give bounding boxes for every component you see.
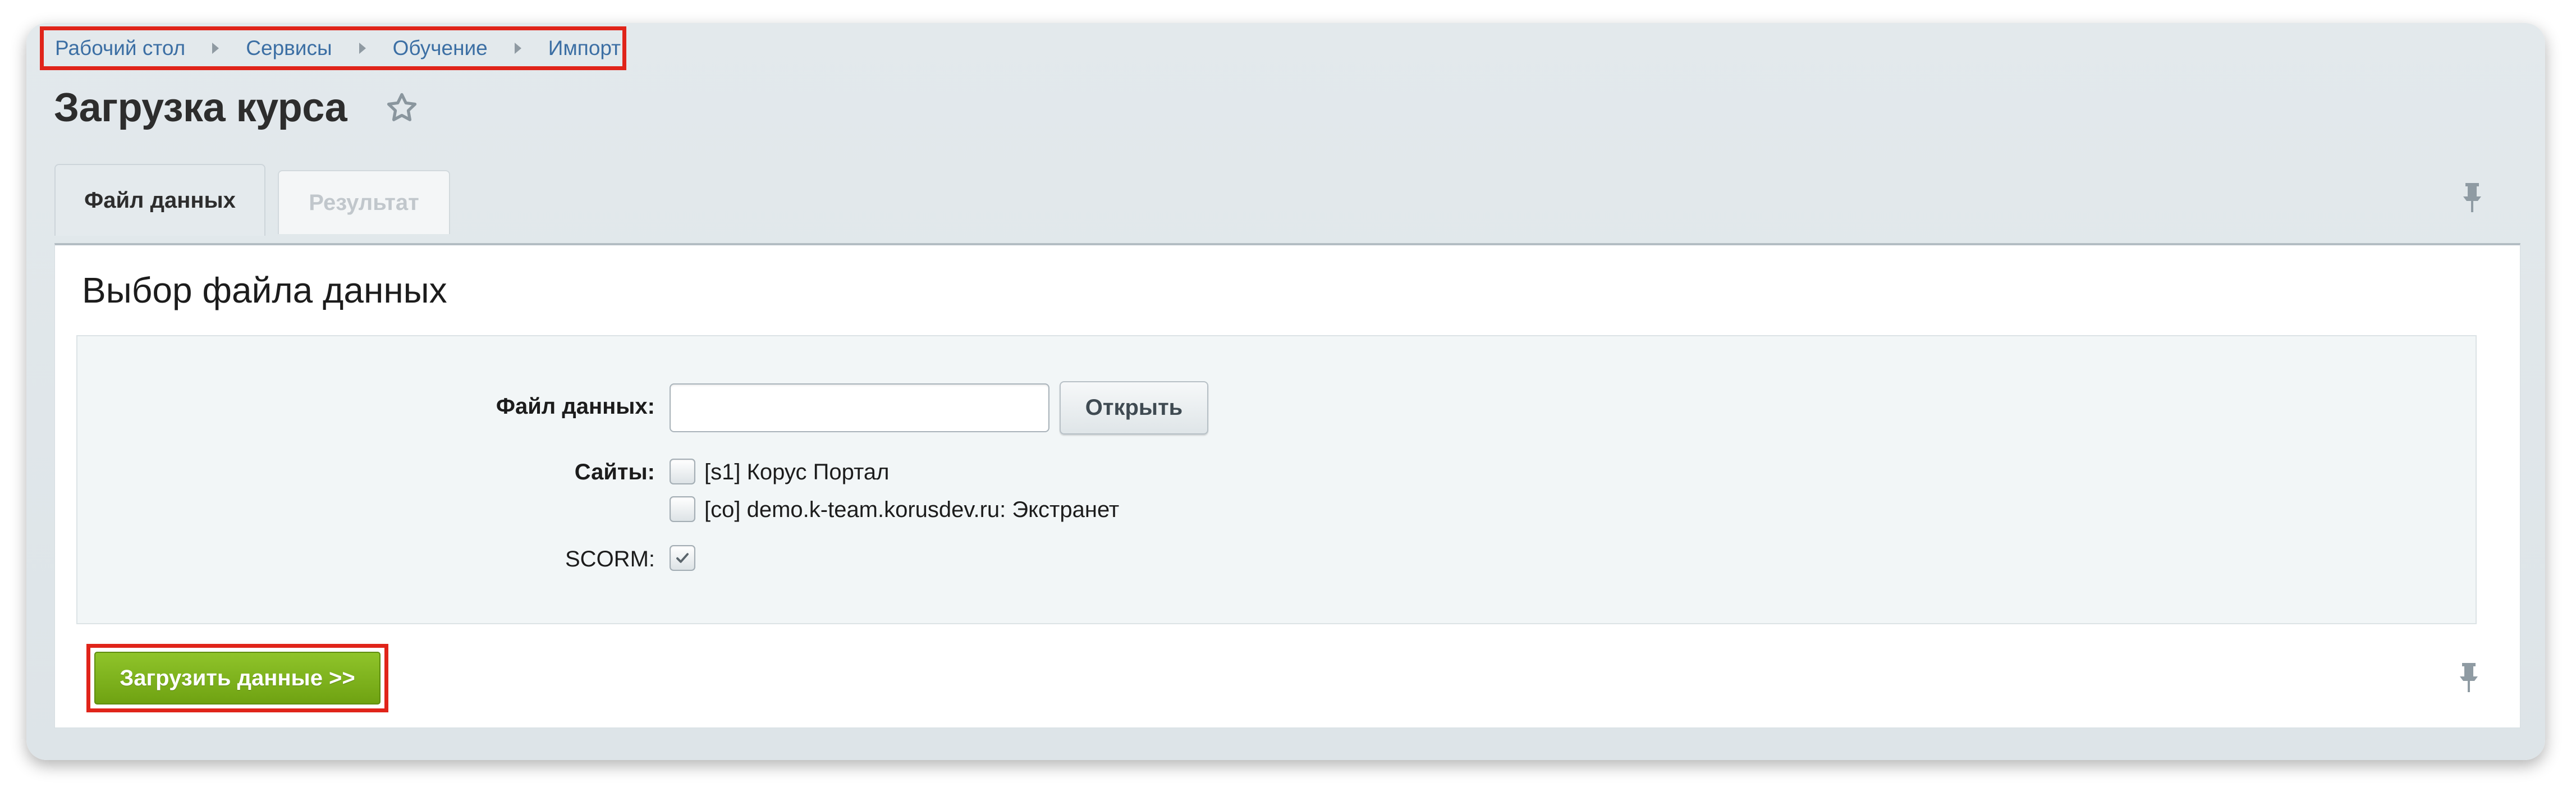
checkmark-icon [676, 553, 689, 563]
triangle-right-icon [359, 43, 366, 54]
triangle-right-icon [514, 43, 521, 54]
site-s1-label: [s1] Корус Портал [704, 460, 890, 484]
open-button[interactable]: Открыть [1060, 381, 1208, 434]
file-label: Файл данных: [496, 394, 655, 419]
tab-result-label: Результат [309, 190, 419, 215]
breadcrumb: Рабочий стол Сервисы Обучение Импорт [40, 26, 626, 70]
site-s1-checkbox[interactable] [670, 459, 695, 484]
section-title: Выбор файла данных [82, 270, 447, 310]
site-co-checkbox[interactable] [670, 496, 695, 522]
star-icon[interactable] [384, 90, 420, 126]
breadcrumb-item-import[interactable]: Импорт [548, 36, 621, 60]
load-data-button[interactable]: Загрузить данные >> [94, 652, 381, 704]
breadcrumb-item-learning[interactable]: Обучение [393, 36, 488, 60]
pin-icon[interactable] [2458, 662, 2480, 693]
breadcrumb-item-desktop[interactable]: Рабочий стол [55, 36, 185, 60]
file-path-input[interactable] [670, 383, 1049, 432]
tab-result[interactable]: Результат [278, 170, 450, 234]
site-co-label: [co] demo.k-team.korusdev.ru: Экстранет [704, 497, 1120, 522]
import-form: Файл данных: Открыть Сайты: [s1] Корус П… [76, 335, 2477, 624]
submit-highlight: Загрузить данные >> [86, 644, 388, 712]
tab-data-file[interactable]: Файл данных [54, 164, 265, 236]
pin-icon[interactable] [2461, 182, 2483, 213]
content-panel: Выбор файла данных Файл данных: Открыть … [54, 243, 2520, 728]
tab-data-file-label: Файл данных [84, 187, 236, 213]
sites-label: Сайты: [574, 460, 655, 484]
scorm-label: SCORM: [565, 547, 655, 571]
page-title: Загрузка курса [54, 85, 347, 130]
breadcrumb-item-services[interactable]: Сервисы [246, 36, 332, 60]
scorm-checkbox[interactable] [670, 545, 695, 571]
triangle-right-icon [212, 43, 219, 54]
admin-window: Рабочий стол Сервисы Обучение Импорт Заг… [26, 23, 2545, 760]
